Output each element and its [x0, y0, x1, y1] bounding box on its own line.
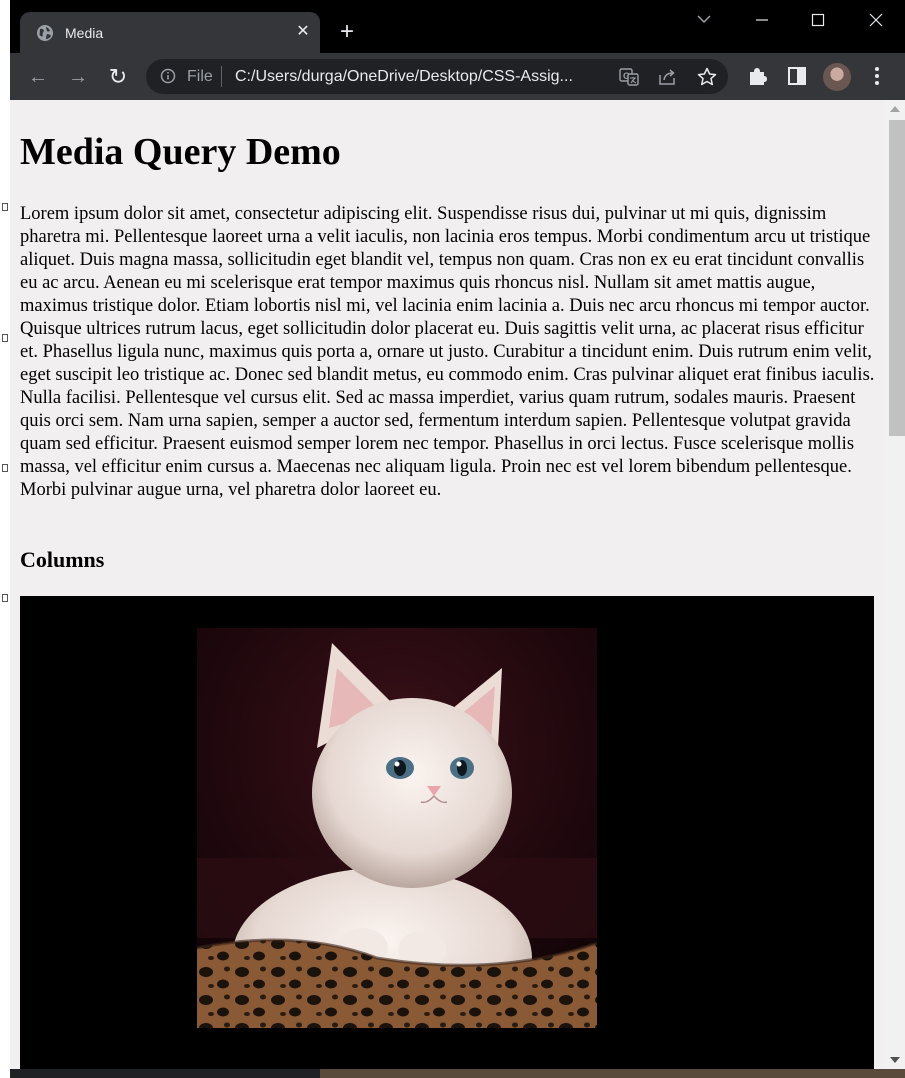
maximize-icon	[811, 13, 825, 27]
page-title: Media Query Demo	[20, 131, 341, 173]
browser-toolbar: ← → ↻ File C:/Users/durga/OneDrive/Deskt…	[10, 53, 905, 100]
tab-close-icon[interactable]: ✕	[292, 21, 314, 43]
tab-strip: Media ✕ +	[10, 0, 905, 53]
divider	[221, 66, 222, 87]
columns-heading: Columns	[20, 547, 105, 572]
body-paragraph: Lorem ipsum dolor sit amet, consectetur …	[20, 204, 875, 500]
desktop-icon[interactable]	[2, 464, 8, 472]
page-viewport: Media Query Demo Lorem ipsum dolor sit a…	[10, 100, 905, 1069]
profile-avatar[interactable]	[823, 63, 851, 91]
desktop-icon[interactable]	[2, 203, 8, 211]
tab-media[interactable]: Media ✕	[20, 12, 320, 53]
maximize-button[interactable]	[795, 8, 841, 32]
translate-icon[interactable]: G	[618, 66, 640, 88]
extensions-puzzle-icon[interactable]	[746, 65, 768, 87]
bookmark-star-icon[interactable]	[696, 66, 718, 88]
tab-search-button[interactable]	[681, 8, 727, 32]
globe-icon	[37, 25, 53, 41]
media-container	[20, 596, 874, 1069]
desktop-icon[interactable]	[2, 334, 8, 342]
address-bar[interactable]: File C:/Users/durga/OneDrive/Desktop/CSS…	[146, 59, 728, 94]
vertical-scrollbar[interactable]	[885, 100, 905, 1069]
forward-button[interactable]: →	[64, 63, 92, 91]
scrollbar-thumb[interactable]	[889, 120, 905, 436]
kitten-image	[197, 628, 597, 1028]
desktop-icon[interactable]	[2, 594, 8, 602]
scroll-down-icon[interactable]	[890, 1057, 900, 1063]
reload-button[interactable]: ↻	[104, 63, 132, 91]
url-scheme: File	[187, 68, 213, 85]
desktop-background	[320, 1069, 905, 1078]
chevron-down-icon	[697, 15, 711, 24]
tab-title: Media	[65, 25, 104, 41]
close-window-button[interactable]	[853, 8, 899, 32]
close-icon	[869, 13, 883, 27]
back-button[interactable]: ←	[24, 63, 52, 91]
more-menu-icon[interactable]	[870, 65, 884, 87]
url-text[interactable]: C:/Users/durga/OneDrive/Desktop/CSS-Assi…	[235, 67, 573, 86]
minimize-button[interactable]	[739, 8, 785, 32]
browser-window: Media ✕ + ← → ↻ File C:/Users/durga/OneD…	[10, 0, 905, 1069]
share-icon[interactable]	[656, 66, 678, 88]
info-icon[interactable]	[160, 68, 176, 84]
scroll-up-icon[interactable]	[890, 106, 900, 112]
desktop-background	[0, 0, 10, 1078]
side-panel-icon[interactable]	[786, 65, 808, 87]
new-tab-button[interactable]: +	[335, 20, 359, 44]
minimize-icon	[756, 19, 768, 21]
